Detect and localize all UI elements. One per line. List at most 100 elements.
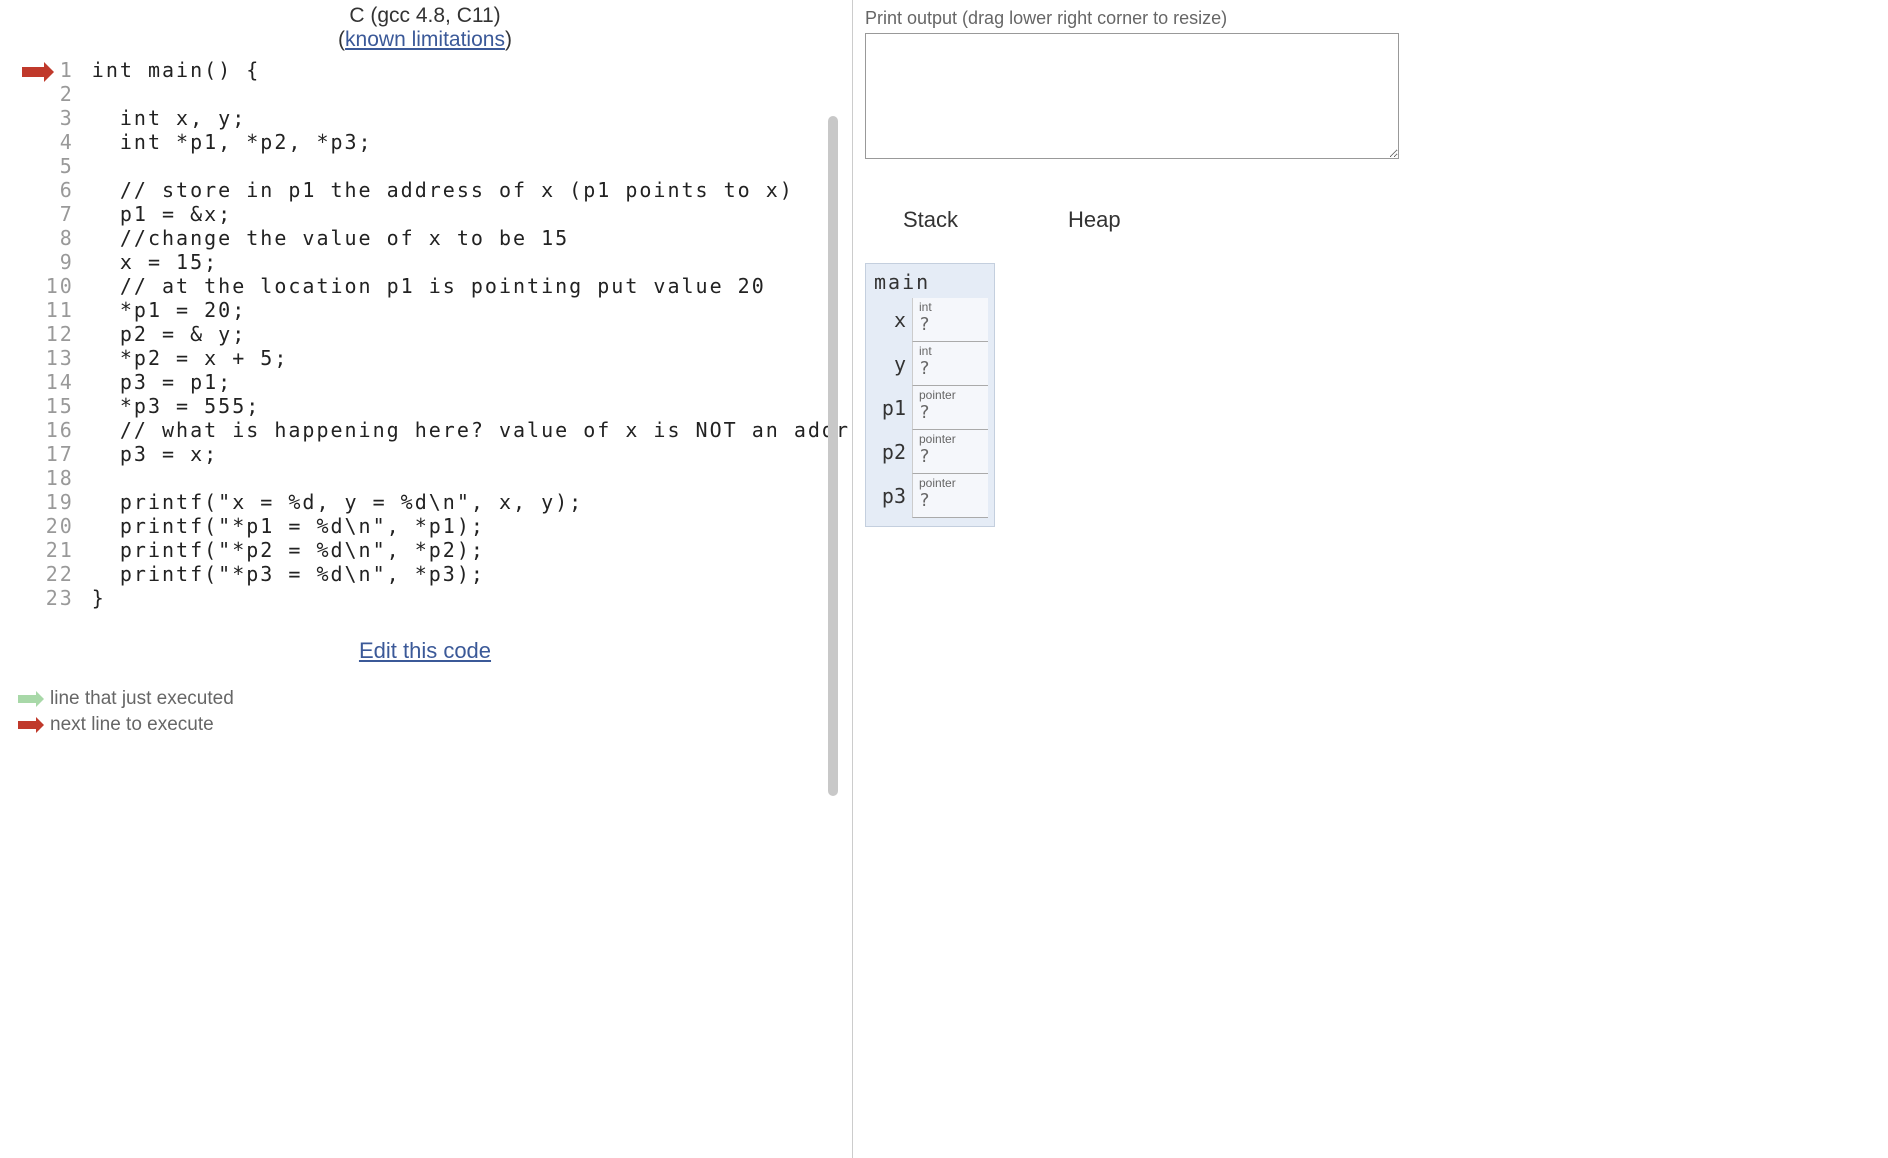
code-row: 19 printf("x = %d, y = %d\n", x, y);: [18, 490, 850, 514]
variable-name: y: [866, 342, 912, 386]
variable-row: xint?: [866, 298, 994, 342]
code-line: p2 = & y;: [92, 322, 850, 346]
variable-row: yint?: [866, 342, 994, 386]
code-row: 12 p2 = & y;: [18, 322, 850, 346]
language-label: C (gcc 4.8, C11): [0, 4, 850, 28]
gutter-arrow-cell: [18, 514, 46, 538]
stack-frame-main: main xint?yint?p1pointer?p2pointer?p3poi…: [865, 263, 995, 527]
code-line: // at the location p1 is pointing put va…: [92, 274, 850, 298]
code-line: p3 = p1;: [92, 370, 850, 394]
code-editor: 1int main() {23 int x, y;4 int *p1, *p2,…: [18, 58, 850, 610]
variable-name: p3: [866, 474, 912, 518]
line-number: 9: [46, 250, 92, 274]
scrollbar[interactable]: [828, 116, 838, 796]
legend-executed-label: line that just executed: [50, 688, 234, 710]
variable-type: pointer: [919, 388, 982, 402]
line-number: 19: [46, 490, 92, 514]
code-row: 10 // at the location p1 is pointing put…: [18, 274, 850, 298]
legend: line that just executed next line to exe…: [18, 688, 850, 740]
gutter-arrow-cell: [18, 586, 46, 610]
variable-name: p1: [866, 386, 912, 430]
code-row: 16 // what is happening here? value of x…: [18, 418, 850, 442]
line-number: 2: [46, 82, 92, 106]
output-box[interactable]: [865, 33, 1399, 159]
gutter-arrow-cell: [18, 178, 46, 202]
code-line: p1 = &x;: [92, 202, 850, 226]
code-row: 7 p1 = &x;: [18, 202, 850, 226]
variable-value: ?: [919, 446, 982, 467]
code-line: printf("*p2 = %d\n", *p2);: [92, 538, 850, 562]
code-row: 17 p3 = x;: [18, 442, 850, 466]
code-line: // what is happening here? value of x is…: [92, 418, 850, 442]
code-row: 23}: [18, 586, 850, 610]
variable-box: pointer?: [912, 474, 988, 518]
line-number: 7: [46, 202, 92, 226]
code-row: 13 *p2 = x + 5;: [18, 346, 850, 370]
code-header: C (gcc 4.8, C11) (known limitations): [0, 0, 850, 52]
line-number: 17: [46, 442, 92, 466]
code-line: int x, y;: [92, 106, 850, 130]
code-row: 14 p3 = p1;: [18, 370, 850, 394]
gutter-arrow-cell: [18, 130, 46, 154]
code-line: int main() {: [92, 58, 850, 82]
gutter-arrow-cell: [18, 82, 46, 106]
edit-code-link[interactable]: Edit this code: [359, 638, 491, 663]
code-pane: C (gcc 4.8, C11) (known limitations) 1in…: [0, 0, 850, 1158]
code-line: [92, 154, 850, 178]
line-number: 18: [46, 466, 92, 490]
line-number: 16: [46, 418, 92, 442]
heap-header: Heap: [1068, 207, 1121, 233]
gutter-arrow-cell: [18, 106, 46, 130]
code-line: *p1 = 20;: [92, 298, 850, 322]
gutter-arrow-cell: [18, 274, 46, 298]
code-line: [92, 466, 850, 490]
code-row: 1int main() {: [18, 58, 850, 82]
code-row: 11 *p1 = 20;: [18, 298, 850, 322]
code-line: // store in p1 the address of x (p1 poin…: [92, 178, 850, 202]
code-row: 4 int *p1, *p2, *p3;: [18, 130, 850, 154]
visualization-pane: Print output (drag lower right corner to…: [852, 0, 1888, 1158]
code-row: 20 printf("*p1 = %d\n", *p1);: [18, 514, 850, 538]
line-number: 13: [46, 346, 92, 370]
code-line: x = 15;: [92, 250, 850, 274]
variable-row: p2pointer?: [866, 430, 994, 474]
code-row: 9 x = 15;: [18, 250, 850, 274]
legend-next-label: next line to execute: [50, 714, 214, 736]
line-number: 8: [46, 226, 92, 250]
variable-value: ?: [919, 490, 982, 511]
line-number: 21: [46, 538, 92, 562]
gutter-arrow-cell: [18, 538, 46, 562]
gutter-arrow-cell: [18, 346, 46, 370]
stack-header: Stack: [903, 207, 958, 233]
code-row: 21 printf("*p2 = %d\n", *p2);: [18, 538, 850, 562]
variable-type: pointer: [919, 432, 982, 446]
code-line: int *p1, *p2, *p3;: [92, 130, 850, 154]
variable-type: int: [919, 344, 982, 358]
code-row: 8 //change the value of x to be 15: [18, 226, 850, 250]
gutter-arrow-cell: [18, 250, 46, 274]
variable-type: pointer: [919, 476, 982, 490]
line-number: 14: [46, 370, 92, 394]
gutter-arrow-cell: [18, 370, 46, 394]
code-line: printf("*p3 = %d\n", *p3);: [92, 562, 850, 586]
line-number: 10: [46, 274, 92, 298]
line-number: 22: [46, 562, 92, 586]
code-row: 3 int x, y;: [18, 106, 850, 130]
code-line: p3 = x;: [92, 442, 850, 466]
variable-value: ?: [919, 402, 982, 423]
code-line: printf("x = %d, y = %d\n", x, y);: [92, 490, 850, 514]
gutter-arrow-cell: [18, 394, 46, 418]
gutter-arrow-cell: [18, 418, 46, 442]
gutter-arrow-cell: [18, 154, 46, 178]
known-limitations-link[interactable]: known limitations: [345, 28, 505, 51]
line-number: 20: [46, 514, 92, 538]
arrow-executed-icon: [18, 695, 36, 703]
variable-row: p1 pointer?: [866, 386, 994, 430]
code-row: 6 // store in p1 the address of x (p1 po…: [18, 178, 850, 202]
output-label: Print output (drag lower right corner to…: [865, 8, 1876, 29]
gutter-arrow-cell: [18, 298, 46, 322]
variable-box: int?: [912, 298, 988, 342]
variable-value: ?: [919, 314, 982, 335]
line-number: 3: [46, 106, 92, 130]
variable-box: int?: [912, 342, 988, 386]
